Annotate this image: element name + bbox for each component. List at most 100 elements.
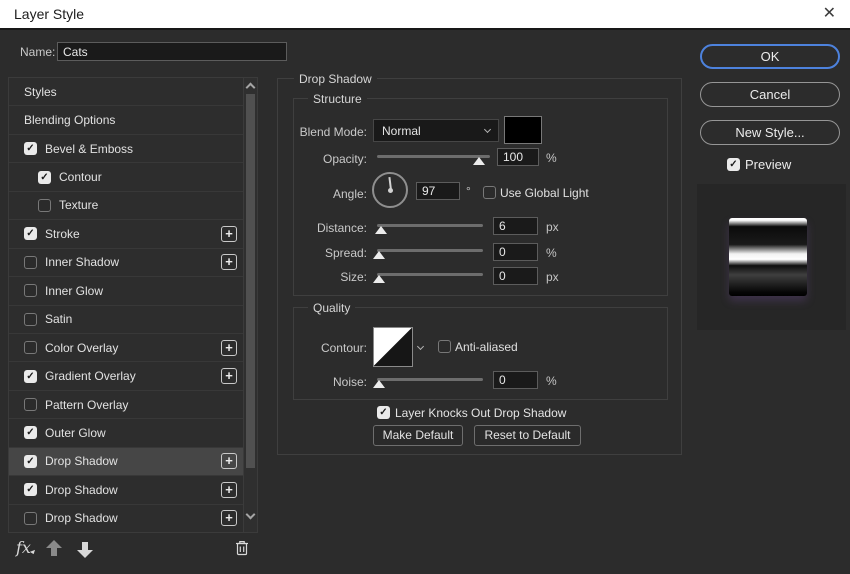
enable-checkbox[interactable] [24,426,37,440]
add-instance-plus-button[interactable] [221,339,238,356]
slider-track[interactable] [377,273,483,276]
sidebar-item-styles[interactable]: Styles [9,78,244,107]
spread-slider[interactable] [373,246,483,260]
fx-icon[interactable]: fx [16,538,31,557]
preview-panel [697,184,846,330]
sidebar-item-inner-glow[interactable]: Inner Glow [9,277,244,306]
sidebar-item-outer-glow[interactable]: Outer Glow [9,419,244,448]
slider-thumb[interactable] [373,380,386,388]
angle-label: Angle: [332,187,367,201]
noise-input[interactable] [493,371,538,389]
add-instance-plus-button[interactable] [221,368,238,385]
anti-aliased-checkbox[interactable] [438,340,451,353]
layer-knocks-out-checkbox[interactable] [377,406,390,419]
move-effect-down-button[interactable] [77,540,93,558]
layer-style-dialog: Layer Style ✕ Name: Styles Blending Opti… [0,0,850,574]
sidebar-item-color-overlay[interactable]: Color Overlay [9,334,244,363]
distance-input[interactable] [493,217,538,235]
opacity-slider[interactable] [377,152,490,166]
add-instance-plus-button[interactable] [221,453,238,470]
sidebar-item-blending-options[interactable]: Blending Options [9,106,244,135]
spread-input[interactable] [493,243,538,261]
enable-checkbox[interactable] [24,483,37,497]
arrow-down-icon [77,550,93,558]
enable-checkbox[interactable] [38,170,51,184]
size-input[interactable] [493,267,538,285]
size-slider[interactable] [373,270,483,284]
styles-list-panel: Styles Blending Options Bevel & Emboss C… [8,77,258,533]
angle-unit: ° [466,184,471,198]
noise-label: Noise: [332,375,367,389]
slider-track[interactable] [377,224,483,227]
enable-checkbox[interactable] [24,312,37,326]
add-instance-plus-button[interactable] [221,254,238,271]
slider-thumb[interactable] [373,275,386,283]
opacity-label: Opacity: [322,152,367,166]
quality-group-title: Quality [308,301,356,315]
distance-label: Distance: [316,221,367,235]
blend-mode-select[interactable]: Normal [373,119,499,142]
slider-track[interactable] [377,249,483,252]
add-instance-plus-button[interactable] [221,481,238,498]
enable-checkbox[interactable] [24,284,37,298]
enable-checkbox[interactable] [24,511,37,525]
add-instance-plus-button[interactable] [221,225,238,242]
sidebar-item-inner-shadow[interactable]: Inner Shadow [9,249,244,278]
sidebar-item-drop-shadow-1[interactable]: Drop Shadow [9,447,244,477]
sidebar-item-satin[interactable]: Satin [9,306,244,334]
slider-track[interactable] [377,378,483,381]
spread-label: Spread: [324,246,367,260]
distance-unit: px [546,220,559,234]
enable-checkbox[interactable] [38,198,51,212]
style-preview-thumbnail [729,218,807,296]
styles-scrollbar[interactable] [243,78,257,532]
cancel-button[interactable]: Cancel [700,82,840,107]
use-global-light-checkbox[interactable] [483,186,496,199]
opacity-input[interactable] [497,148,539,166]
enable-checkbox[interactable] [24,341,37,355]
name-input[interactable] [57,42,287,61]
preview-checkbox[interactable] [727,158,740,171]
angle-input[interactable] [416,182,460,200]
scroll-down-icon[interactable] [245,509,256,520]
reset-to-default-button[interactable]: Reset to Default [474,425,581,446]
sidebar-item-contour[interactable]: Contour [9,163,244,192]
sidebar-item-bevel-emboss[interactable]: Bevel & Emboss [9,135,244,164]
shadow-color-swatch[interactable] [504,116,542,144]
make-default-button[interactable]: Make Default [373,425,463,446]
move-effect-up-button[interactable] [46,540,62,558]
enable-checkbox[interactable] [24,454,37,468]
sidebar-item-stroke[interactable]: Stroke [9,220,244,249]
enable-checkbox[interactable] [24,142,37,156]
enable-checkbox[interactable] [24,398,37,412]
enable-checkbox[interactable] [24,255,37,269]
angle-dial[interactable] [372,172,408,208]
arrow-stem [82,542,88,550]
sidebar-item-pattern-overlay[interactable]: Pattern Overlay [9,391,244,420]
distance-slider[interactable] [375,221,483,235]
size-unit: px [546,270,559,284]
slider-thumb[interactable] [373,251,386,259]
arrow-up-icon [46,540,62,548]
sidebar-item-gradient-overlay[interactable]: Gradient Overlay [9,362,244,391]
ok-button[interactable]: OK [700,44,840,69]
enable-checkbox[interactable] [24,227,37,241]
delete-effect-button[interactable] [235,540,249,561]
new-style-button[interactable]: New Style... [700,120,840,145]
sidebar-item-drop-shadow-2[interactable]: Drop Shadow [9,476,244,505]
opacity-unit: % [546,151,557,165]
size-label: Size: [340,270,367,284]
noise-slider[interactable] [373,375,483,389]
sidebar-item-texture[interactable]: Texture [9,192,244,221]
layer-knocks-out-label: Layer Knocks Out Drop Shadow [395,406,567,420]
close-icon[interactable]: ✕ [823,4,836,24]
slider-thumb[interactable] [472,157,485,165]
slider-thumb[interactable] [375,226,388,234]
scrollbar-thumb[interactable] [246,94,256,468]
contour-picker[interactable] [373,327,413,367]
add-instance-plus-button[interactable] [221,510,238,527]
enable-checkbox[interactable] [24,369,37,383]
spread-unit: % [546,246,557,260]
scroll-up-icon[interactable] [245,82,256,93]
sidebar-item-drop-shadow-3[interactable]: Drop Shadow [9,505,243,532]
